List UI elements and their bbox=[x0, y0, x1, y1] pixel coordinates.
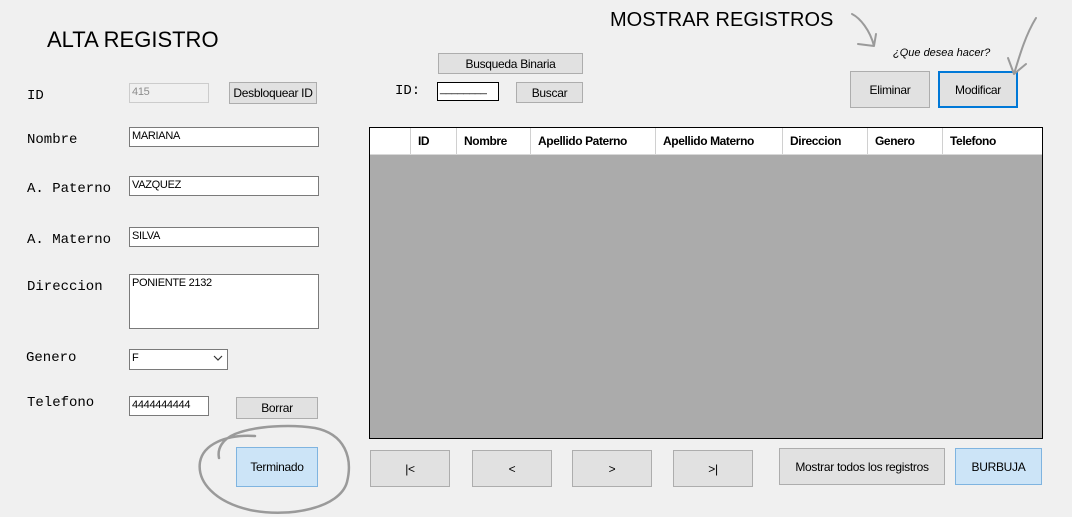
terminado-button[interactable]: Terminado bbox=[236, 447, 318, 487]
nombre-label: Nombre bbox=[27, 132, 78, 148]
telefono-label: Telefono bbox=[27, 395, 95, 411]
id-field[interactable]: 415 bbox=[129, 83, 209, 103]
bubble-sort-button[interactable]: BURBUJA bbox=[955, 448, 1042, 485]
chevron-down-icon bbox=[213, 353, 223, 366]
next-record-button[interactable]: > bbox=[572, 450, 652, 487]
paterno-label: A. Paterno bbox=[27, 181, 112, 197]
direccion-field[interactable]: PONIENTE 2132 bbox=[129, 274, 319, 329]
records-grid[interactable]: ID Nombre Apellido Paterno Apellido Mate… bbox=[369, 127, 1043, 439]
row-header-corner bbox=[370, 128, 411, 154]
action-question: ¿Que desea hacer? bbox=[893, 47, 991, 59]
col-header-apellido-materno[interactable]: Apellido Materno bbox=[656, 128, 783, 154]
mostrar-title: MOSTRAR REGISTROS bbox=[610, 9, 834, 31]
genero-value: F bbox=[132, 352, 139, 364]
id-label: ID bbox=[27, 88, 44, 104]
alta-title: ALTA REGISTRO bbox=[47, 27, 219, 52]
col-header-genero[interactable]: Genero bbox=[868, 128, 943, 154]
search-id-field[interactable]: ________ bbox=[437, 82, 499, 101]
arrow-annotation-left bbox=[851, 13, 877, 47]
genero-label: Genero bbox=[26, 350, 77, 366]
nombre-field[interactable]: MARIANA bbox=[129, 127, 319, 147]
search-id-label: ID: bbox=[395, 83, 421, 99]
materno-label: A. Materno bbox=[27, 232, 112, 248]
col-header-direccion[interactable]: Direccion bbox=[783, 128, 868, 154]
eliminar-button[interactable]: Eliminar bbox=[850, 71, 930, 108]
col-header-id[interactable]: ID bbox=[411, 128, 457, 154]
materno-field[interactable]: SILVA bbox=[129, 227, 319, 247]
prev-record-button[interactable]: < bbox=[472, 450, 552, 487]
first-record-button[interactable]: |< bbox=[370, 450, 450, 487]
paterno-field[interactable]: VAZQUEZ bbox=[129, 176, 319, 196]
telefono-field[interactable]: 4444444444 bbox=[129, 396, 209, 416]
borrar-button[interactable]: Borrar bbox=[236, 397, 318, 419]
col-header-telefono[interactable]: Telefono bbox=[943, 128, 1042, 154]
col-header-nombre[interactable]: Nombre bbox=[457, 128, 531, 154]
last-record-button[interactable]: >| bbox=[673, 450, 753, 487]
unlock-id-button[interactable]: Desbloquear ID bbox=[229, 82, 317, 104]
grid-header: ID Nombre Apellido Paterno Apellido Mate… bbox=[370, 128, 1042, 155]
binary-search-button[interactable]: Busqueda Binaria bbox=[438, 53, 583, 74]
col-header-apellido-paterno[interactable]: Apellido Paterno bbox=[531, 128, 656, 154]
show-all-button[interactable]: Mostrar todos los registros bbox=[779, 448, 945, 485]
modificar-button[interactable]: Modificar bbox=[938, 71, 1018, 108]
genero-select[interactable]: F bbox=[129, 349, 228, 370]
buscar-button[interactable]: Buscar bbox=[516, 82, 583, 103]
direccion-label: Direccion bbox=[27, 279, 103, 295]
